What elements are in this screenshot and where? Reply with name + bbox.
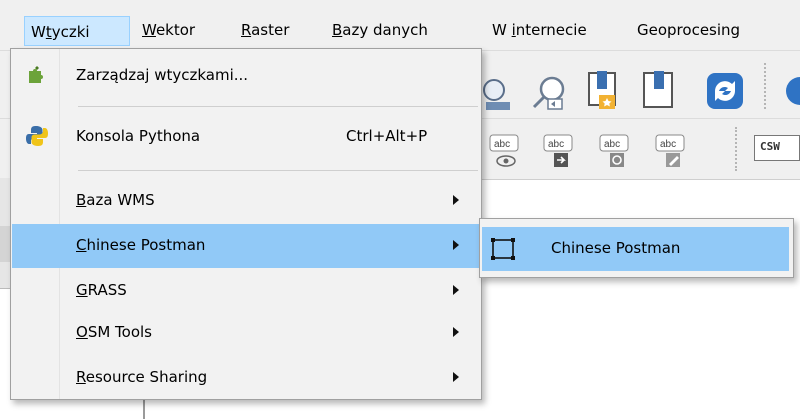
- search-icon[interactable]: [530, 73, 570, 113]
- plugin-manager-icon: [29, 66, 43, 83]
- identify-icon[interactable]: [480, 76, 514, 112]
- toolbar-separator: [735, 127, 739, 171]
- menu-label: Geoprocesing: [637, 21, 741, 39]
- menu-separator: [78, 106, 478, 107]
- menu-item-label: OSM Tools: [76, 323, 152, 341]
- menu-item-manage-plugins[interactable]: Zarządzaj wtyczkami...: [12, 54, 480, 98]
- form-icon[interactable]: [640, 69, 678, 113]
- menu-label: yczki: [51, 23, 90, 41]
- menu-processing[interactable]: Geoprocesing: [635, 19, 742, 41]
- python-icon: [26, 126, 48, 146]
- menu-vector[interactable]: Wektor: [140, 19, 197, 41]
- svg-text:abc: abc: [604, 139, 620, 150]
- globe-icon[interactable]: [780, 73, 800, 113]
- svg-text:abc: abc: [494, 139, 510, 150]
- label-visibility-icon[interactable]: abc: [486, 133, 526, 169]
- menu-mnemonic: R: [241, 21, 252, 39]
- submenu-item-chinese-postman[interactable]: Chinese Postman: [482, 227, 789, 271]
- menu-label: aster: [251, 21, 290, 39]
- submenu-arrow-icon: [453, 372, 459, 382]
- svg-text:abc: abc: [548, 139, 564, 150]
- menu-mnemonic: B: [332, 21, 343, 39]
- menu-plugins[interactable]: Wtyczki: [24, 16, 130, 46]
- menu-label: W: [31, 23, 46, 41]
- menu-item-label: Resource Sharing: [76, 368, 208, 386]
- csw-label: CSW: [760, 140, 780, 153]
- submenu-arrow-icon: [453, 285, 459, 295]
- submenu-arrow-icon: [453, 327, 459, 337]
- menu-item-chinese-postman[interactable]: Chinese Postman: [12, 224, 480, 268]
- menu-item-label: Konsola Pythona: [76, 127, 201, 145]
- menu-item-python-console[interactable]: Konsola Pythona Ctrl+Alt+P: [12, 115, 480, 159]
- menu-item-osm-tools[interactable]: OSM Tools: [12, 311, 480, 355]
- menu-label: W: [492, 21, 512, 39]
- csw-icon[interactable]: CSW: [754, 135, 800, 161]
- menu-item-label: GRASS: [76, 281, 127, 299]
- menu-item-label: Zarządzaj wtyczkami...: [76, 66, 249, 84]
- menu-label: ektor: [155, 21, 196, 39]
- refresh-icon[interactable]: [705, 71, 745, 111]
- menu-raster[interactable]: Raster: [239, 19, 291, 41]
- chinese-postman-icon: [491, 238, 515, 260]
- menu-mnemonic: W: [142, 21, 156, 39]
- menu-item-label: Baza WMS: [76, 191, 155, 209]
- menu-item-resource-sharing[interactable]: Resource Sharing: [12, 356, 480, 400]
- submenu-item-label: Chinese Postman: [551, 239, 681, 257]
- menu-label: nternecie: [515, 21, 587, 39]
- menu-separator: [78, 170, 478, 171]
- submenu-arrow-icon: [453, 195, 459, 205]
- menu-item-wms-base[interactable]: Baza WMS: [12, 179, 480, 223]
- chinese-postman-submenu: Chinese Postman: [479, 218, 794, 278]
- label-edit-icon[interactable]: abc: [652, 133, 692, 169]
- menu-web[interactable]: W internecie: [490, 19, 589, 41]
- menu-item-shortcut: Ctrl+Alt+P: [346, 127, 428, 145]
- plugins-dropdown-menu: Zarządzaj wtyczkami... Konsola Pythona C…: [10, 48, 482, 400]
- menu-item-grass[interactable]: GRASS: [12, 269, 480, 313]
- submenu-arrow-icon: [453, 240, 459, 250]
- toolbar-separator: [764, 63, 768, 109]
- form-add-icon[interactable]: [585, 69, 623, 113]
- label-rotate-icon[interactable]: abc: [596, 133, 636, 169]
- svg-text:abc: abc: [660, 139, 676, 150]
- menu-label: azy danych: [342, 21, 428, 39]
- menu-databases[interactable]: Bazy danych: [330, 19, 430, 41]
- menu-item-label: Chinese Postman: [76, 236, 206, 254]
- label-move-icon[interactable]: abc: [540, 133, 580, 169]
- menu-bar: Wtyczki Wektor Raster Bazy danych W inte…: [0, 0, 800, 50]
